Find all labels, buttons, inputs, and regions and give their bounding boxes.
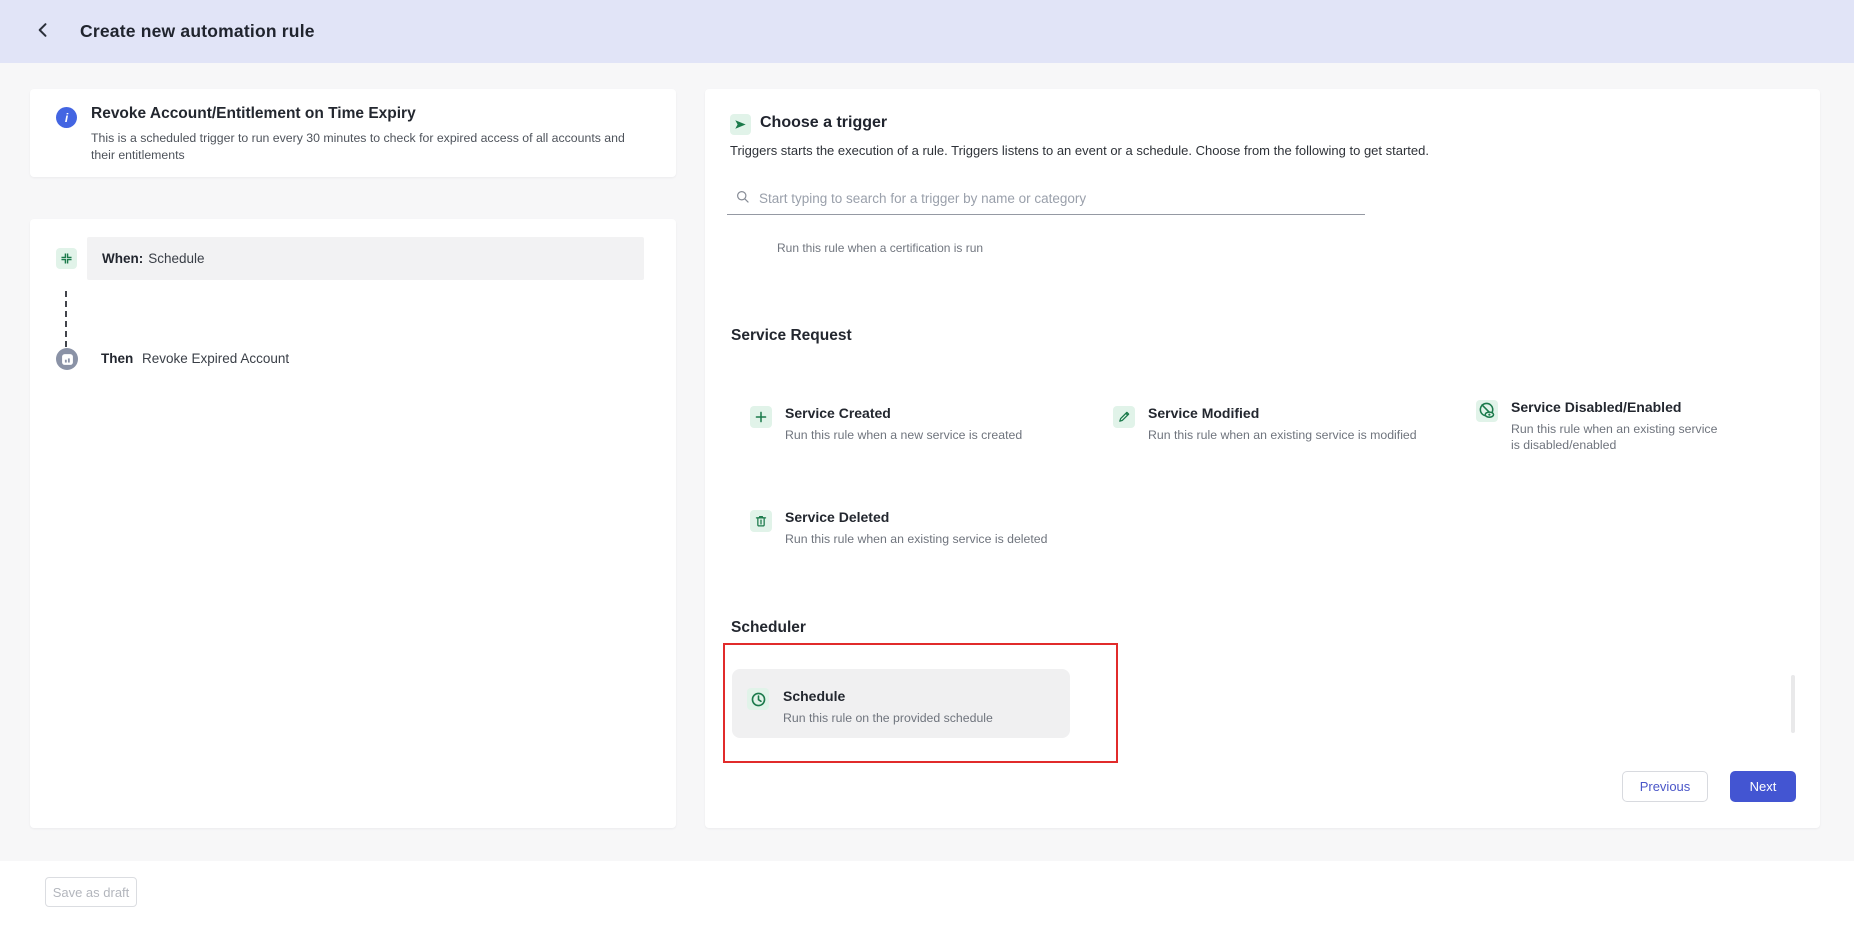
rule-flow-card: When: Schedule Then Revoke Expired Accou…: [30, 219, 676, 828]
trigger-item-text: Schedule Run this rule on the provided s…: [783, 688, 993, 738]
search-icon: [735, 189, 750, 209]
trigger-item-service-deleted[interactable]: Service Deleted Run this rule when an ex…: [750, 509, 1047, 547]
trigger-item-description: Run this rule on the provided schedule: [783, 710, 993, 726]
top-bar: Create new automation rule: [0, 0, 1854, 63]
trash-icon: [750, 510, 772, 532]
trigger-item-title: Service Disabled/Enabled: [1511, 399, 1726, 415]
trigger-panel-title: Choose a trigger: [760, 114, 887, 132]
trigger-item-text: Service Deleted Run this rule when an ex…: [785, 509, 1047, 547]
rule-info-text: Revoke Account/Entitlement on Time Expir…: [91, 105, 643, 177]
info-icon: i: [56, 107, 77, 128]
plus-icon: [750, 406, 772, 428]
trigger-item-service-created[interactable]: Service Created Run this rule when a new…: [750, 405, 1022, 443]
when-label: When:: [102, 251, 143, 266]
trigger-item-text: Service Created Run this rule when a new…: [785, 405, 1022, 443]
rule-description: This is a scheduled trigger to run every…: [91, 130, 643, 164]
trigger-item-description: Run this rule when an existing service i…: [1511, 421, 1726, 453]
trigger-item-description: Run this rule when a new service is crea…: [785, 427, 1022, 443]
trigger-item-service-disabled-enabled[interactable]: Service Disabled/Enabled Run this rule w…: [1476, 399, 1736, 453]
then-value: Revoke Expired Account: [142, 351, 289, 366]
trigger-search-input[interactable]: [759, 191, 1365, 206]
save-as-draft-button[interactable]: Save as draft: [45, 877, 137, 907]
section-heading-service-request: Service Request: [731, 327, 852, 345]
trigger-send-icon: [730, 114, 751, 135]
chevron-left-icon: [33, 20, 53, 43]
trigger-item-schedule[interactable]: Schedule Run this rule on the provided s…: [732, 669, 1070, 738]
trigger-item-title: Schedule: [783, 688, 993, 704]
back-button[interactable]: [26, 15, 60, 49]
trigger-item-description: Run this rule when an existing service i…: [785, 531, 1047, 547]
action-app-icon: [56, 348, 78, 370]
then-step[interactable]: Then Revoke Expired Account: [101, 351, 289, 366]
when-step[interactable]: When: Schedule: [87, 237, 644, 280]
trigger-item-title: Service Created: [785, 405, 1022, 421]
trigger-item-text: Service Disabled/Enabled Run this rule w…: [1511, 399, 1726, 453]
page-title: Create new automation rule: [80, 21, 315, 42]
eye-slash-icon: [1476, 400, 1498, 422]
create-automation-rule-screen: Create new automation rule i Revoke Acco…: [0, 0, 1854, 927]
trigger-item-description: Run this rule when an existing service i…: [1148, 427, 1417, 443]
choose-trigger-panel: Choose a trigger Triggers starts the exe…: [705, 89, 1820, 828]
trigger-item-title: Service Modified: [1148, 405, 1417, 421]
rule-info-card: i Revoke Account/Entitlement on Time Exp…: [30, 89, 676, 177]
trigger-item-title: Service Deleted: [785, 509, 1047, 525]
trigger-search: [727, 183, 1365, 215]
pencil-icon: [1113, 406, 1135, 428]
clipped-list-item-description: Run this rule when a certification is ru…: [777, 241, 983, 255]
trigger-item-text: Service Modified Run this rule when an e…: [1148, 405, 1417, 443]
when-value: Schedule: [148, 251, 204, 266]
panel-scrollbar[interactable]: [1791, 675, 1795, 733]
previous-button[interactable]: Previous: [1622, 771, 1708, 802]
next-button[interactable]: Next: [1730, 771, 1796, 802]
collapse-arrows-icon: [56, 248, 77, 269]
footer-bar: Save as draft: [0, 861, 1854, 927]
section-heading-scheduler: Scheduler: [731, 619, 806, 637]
trigger-item-service-modified[interactable]: Service Modified Run this rule when an e…: [1113, 405, 1417, 443]
clock-icon: [747, 688, 769, 710]
trigger-panel-subtitle: Triggers starts the execution of a rule.…: [730, 143, 1429, 158]
rule-name: Revoke Account/Entitlement on Time Expir…: [91, 105, 643, 123]
then-label: Then: [101, 351, 133, 366]
connector-line: [65, 291, 67, 347]
